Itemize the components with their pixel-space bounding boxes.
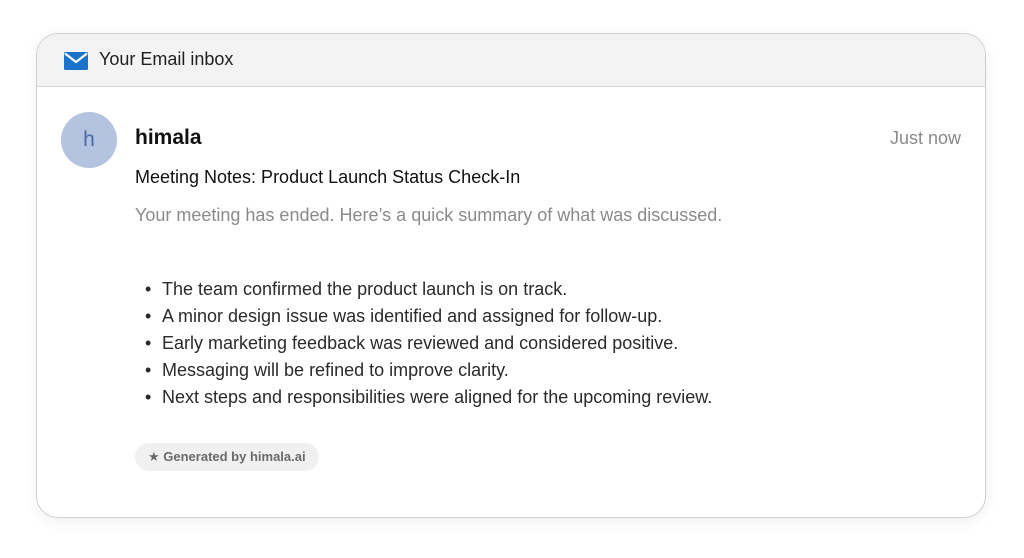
sender-name[interactable]: himala xyxy=(135,126,202,150)
bullet-icon: • xyxy=(145,306,152,326)
bullet-icon: • xyxy=(145,279,152,299)
list-item-text: Next steps and responsibilities were ali… xyxy=(162,387,713,407)
email-card: Your Email inbox h himala Just now Meeti… xyxy=(36,33,986,518)
mail-icon xyxy=(64,52,88,70)
avatar: h xyxy=(61,112,117,168)
inbox-title: Your Email inbox xyxy=(99,49,234,69)
list-item-text: Messaging will be refined to improve cla… xyxy=(162,360,509,380)
bullet-icon: • xyxy=(145,333,152,353)
bullet-icon: • xyxy=(145,387,152,407)
bullet-icon: • xyxy=(145,360,152,380)
generated-by-badge: ★ Generated by himala.ai xyxy=(135,443,319,471)
list-item: • Early marketing feedback was reviewed a… xyxy=(135,330,712,357)
list-item-text: The team confirmed the product launch is… xyxy=(162,279,568,299)
inbox-header: Your Email inbox xyxy=(37,34,985,87)
list-item-text: A minor design issue was identified and … xyxy=(162,306,663,326)
timestamp: Just now xyxy=(889,128,961,148)
list-item: • Messaging will be refined to improve cl… xyxy=(135,357,712,384)
list-item: • The team confirmed the product launch i… xyxy=(135,276,712,303)
list-item: • A minor design issue was identified and… xyxy=(135,303,712,330)
email-subject[interactable]: Meeting Notes: Product Launch Status Che… xyxy=(135,167,520,188)
meeting-notes-list: • The team confirmed the product launch i… xyxy=(135,276,712,411)
email-preview: Your meeting has ended. Here’s a quick s… xyxy=(135,205,723,225)
list-item-text: Early marketing feedback was reviewed an… xyxy=(162,333,679,353)
list-item: • Next steps and responsibilities were al… xyxy=(135,384,712,411)
avatar-letter: h xyxy=(83,128,95,151)
